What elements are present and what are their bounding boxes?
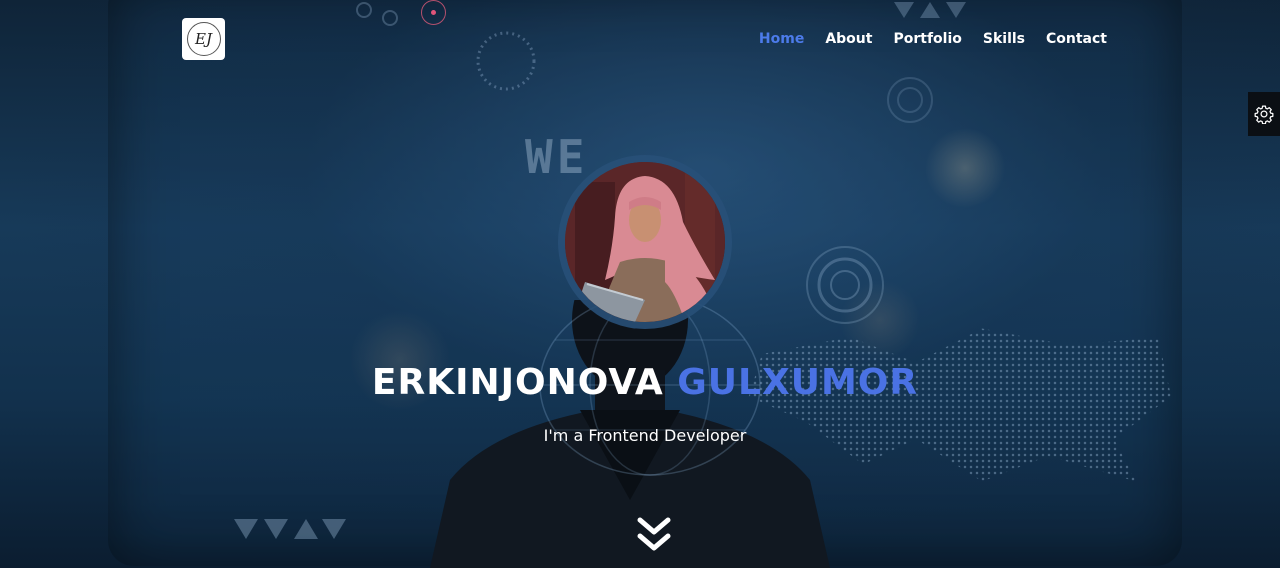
profile-avatar: [565, 162, 725, 322]
site-logo[interactable]: EJ: [182, 18, 225, 60]
logo-monogram: EJ: [186, 22, 221, 56]
hero-last-name: GULXUMOR: [677, 362, 919, 403]
background-we-glyphs: WE: [525, 130, 589, 184]
background-rings-small: [887, 77, 933, 123]
settings-button[interactable]: [1248, 92, 1280, 136]
nav-link-skills[interactable]: Skills: [983, 30, 1025, 48]
background-top-triangles: [894, 2, 966, 18]
main-nav: Home About Portfolio Skills Contact: [759, 30, 1107, 48]
hero-first-name: ERKINJONOVA: [371, 362, 664, 403]
background-small-circles: [356, 2, 398, 26]
nav-link-home[interactable]: Home: [759, 30, 804, 48]
background-triangles: [234, 519, 346, 539]
top-decorative-dot: [421, 0, 446, 25]
nav-link-portfolio[interactable]: Portfolio: [893, 30, 961, 48]
double-chevron-down-icon: [637, 517, 671, 551]
hero-name: ERKINJONOVA GULXUMOR: [0, 362, 1280, 403]
scroll-down-button[interactable]: [636, 516, 672, 554]
profile-photo: [565, 162, 725, 322]
gear-icon: [1254, 105, 1274, 124]
hero-subtitle: I'm a Frontend Developer: [543, 426, 747, 445]
background-dotted-circle: [476, 31, 536, 91]
nav-link-contact[interactable]: Contact: [1046, 30, 1107, 48]
profile-avatar-ring: [558, 155, 732, 329]
nav-link-about[interactable]: About: [825, 30, 872, 48]
